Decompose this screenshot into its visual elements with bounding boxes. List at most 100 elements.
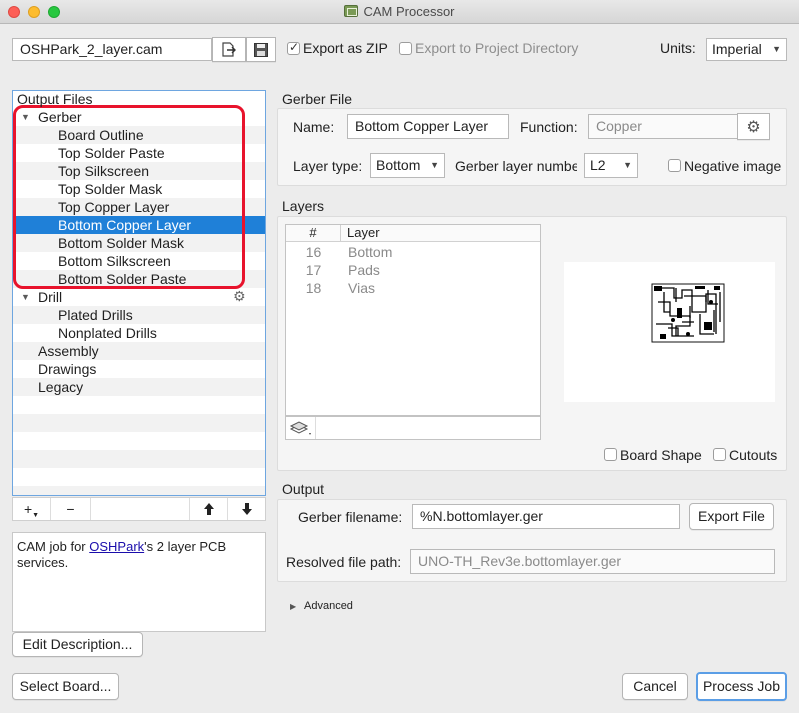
tree-item-label: Assembly xyxy=(38,343,99,359)
tree-item-label: Plated Drills xyxy=(58,307,133,323)
layer-name: Bottom xyxy=(348,244,393,260)
gerber-filename-value: %N.bottomlayer.ger xyxy=(420,508,543,524)
tree-empty-row xyxy=(13,450,265,468)
layer-type-select[interactable]: Bottom ▼ xyxy=(370,153,445,178)
gear-icon: ⚙ xyxy=(746,117,761,136)
highlight-box xyxy=(13,105,245,289)
name-input[interactable]: Bottom Copper Layer xyxy=(347,114,509,139)
layers-section-title: Layers xyxy=(282,198,325,214)
process-job-button[interactable]: Process Job xyxy=(696,672,787,701)
expand-triangle-icon[interactable]: ▼ xyxy=(21,288,30,306)
output-files-header: Output Files xyxy=(17,91,93,107)
chevron-down-icon: ▼ xyxy=(430,160,439,170)
tree-empty-row xyxy=(13,432,265,450)
board-shape-label: Board Shape xyxy=(620,447,702,463)
negative-image-checkbox[interactable] xyxy=(668,159,681,172)
layer-row[interactable]: 17 Pads xyxy=(286,261,540,279)
tree-group-drill[interactable]: ▼ Drill ⚙ xyxy=(13,288,265,306)
description-box: CAM job for OSHPark's 2 layer PCB servic… xyxy=(12,532,266,632)
gerber-filename-label: Gerber filename: xyxy=(298,509,403,525)
oshpark-link[interactable]: OSHPark xyxy=(89,539,144,554)
disclosure-triangle-icon[interactable]: ▶ xyxy=(290,602,296,611)
tree-item-label: Nonplated Drills xyxy=(58,325,157,341)
tree-item-label: Legacy xyxy=(38,379,84,395)
layers-stack-icon xyxy=(289,421,311,435)
layers-table-toolbar xyxy=(285,416,541,440)
units-label: Units: xyxy=(660,40,696,56)
layer-row[interactable]: 16 Bottom xyxy=(286,243,540,261)
cam-file-field[interactable]: OSHPark_2_layer.cam xyxy=(12,38,212,61)
resolved-path-label: Resolved file path: xyxy=(286,554,402,570)
name-value: Bottom Copper Layer xyxy=(355,118,489,134)
gerber-layer-number-select[interactable]: L2 ▼ xyxy=(584,153,638,178)
layer-number: 18 xyxy=(305,280,322,296)
tree-empty-row xyxy=(13,396,265,414)
negative-image-label: Negative image xyxy=(684,158,782,174)
layer-number: 17 xyxy=(305,262,322,278)
tree-item-nonplated-drills[interactable]: Nonplated Drills xyxy=(13,324,265,342)
resolved-path-field: UNO-TH_Rev3e.bottomlayer.ger xyxy=(410,549,775,574)
units-value: Imperial xyxy=(712,41,762,57)
layers-table-header: # Layer xyxy=(286,225,540,242)
advanced-toggle[interactable]: Advanced xyxy=(304,600,353,612)
cutouts-label: Cutouts xyxy=(729,447,778,463)
arrow-up-icon xyxy=(203,503,214,515)
gerber-filename-input[interactable]: %N.bottomlayer.ger xyxy=(412,504,680,529)
function-label: Function: xyxy=(520,119,578,135)
select-board-button[interactable]: Select Board... xyxy=(12,673,119,700)
title-bar: CAM Processor xyxy=(0,0,799,24)
open-cam-button[interactable] xyxy=(212,37,246,62)
tree-empty-row xyxy=(13,486,265,495)
gerber-layer-number-label: Gerber layer numbe xyxy=(455,158,577,174)
add-icon: + xyxy=(23,501,33,517)
layer-number: 16 xyxy=(305,244,322,260)
layer-name: Pads xyxy=(348,262,380,278)
export-file-button[interactable]: Export File xyxy=(689,503,774,530)
tree-toolbar: +▼ − xyxy=(12,497,266,521)
chevron-down-icon: ▼ xyxy=(623,160,632,170)
description-text-start: CAM job for xyxy=(17,539,90,554)
cam-file-name: OSHPark_2_layer.cam xyxy=(20,41,163,57)
chevron-down-icon: ▼ xyxy=(772,44,781,54)
column-header-layer[interactable]: Layer xyxy=(347,225,380,240)
gear-icon[interactable]: ⚙ xyxy=(233,288,246,306)
move-up-button[interactable] xyxy=(189,498,227,520)
export-zip-label: Export as ZIP xyxy=(303,40,388,56)
chevron-down-icon: ▼ xyxy=(32,512,40,519)
function-value: Copper xyxy=(596,118,642,134)
output-section-title: Output xyxy=(282,481,325,497)
tree-item-plated-drills[interactable]: Plated Drills xyxy=(13,306,265,324)
tree-empty-row xyxy=(13,468,265,486)
cutouts-checkbox[interactable] xyxy=(713,448,726,461)
export-project-dir-label: Export to Project Directory xyxy=(415,40,579,56)
layer-row[interactable]: 18 Vias xyxy=(286,279,540,297)
function-field: Copper xyxy=(588,114,738,139)
layer-name: Vias xyxy=(348,280,375,296)
save-cam-button[interactable] xyxy=(246,37,276,62)
layer-stack-button[interactable] xyxy=(286,417,316,439)
column-header-number[interactable]: # xyxy=(286,225,341,241)
app-icon xyxy=(344,5,359,17)
export-project-dir-checkbox[interactable] xyxy=(399,42,412,55)
layers-table[interactable]: # Layer 16 Bottom 17 Pads 18 Vias xyxy=(285,224,541,416)
units-select[interactable]: Imperial ▼ xyxy=(706,38,787,61)
cancel-button[interactable]: Cancel xyxy=(622,673,688,700)
arrow-down-icon xyxy=(241,503,252,515)
move-down-button[interactable] xyxy=(227,498,265,520)
edit-description-button[interactable]: Edit Description... xyxy=(12,632,143,657)
tree-group-drawings[interactable]: Drawings xyxy=(13,360,265,378)
resolved-path-value: UNO-TH_Rev3e.bottomlayer.ger xyxy=(418,553,622,569)
gerber-file-section-title: Gerber File xyxy=(282,91,353,107)
tree-group-legacy[interactable]: Legacy xyxy=(13,378,265,396)
export-zip-checkbox[interactable] xyxy=(287,40,300,55)
remove-output-button[interactable]: − xyxy=(51,498,91,520)
open-file-icon xyxy=(222,42,236,57)
tree-group-assembly[interactable]: Assembly xyxy=(13,342,265,360)
board-preview-graphic xyxy=(651,283,725,343)
add-output-button[interactable]: +▼ xyxy=(13,498,51,520)
board-shape-checkbox[interactable] xyxy=(604,448,617,461)
function-settings-button[interactable]: ⚙ xyxy=(737,113,770,140)
name-label: Name: xyxy=(293,119,335,135)
layer-type-label: Layer type: xyxy=(293,158,363,174)
tree-item-label: Drill xyxy=(38,289,63,305)
